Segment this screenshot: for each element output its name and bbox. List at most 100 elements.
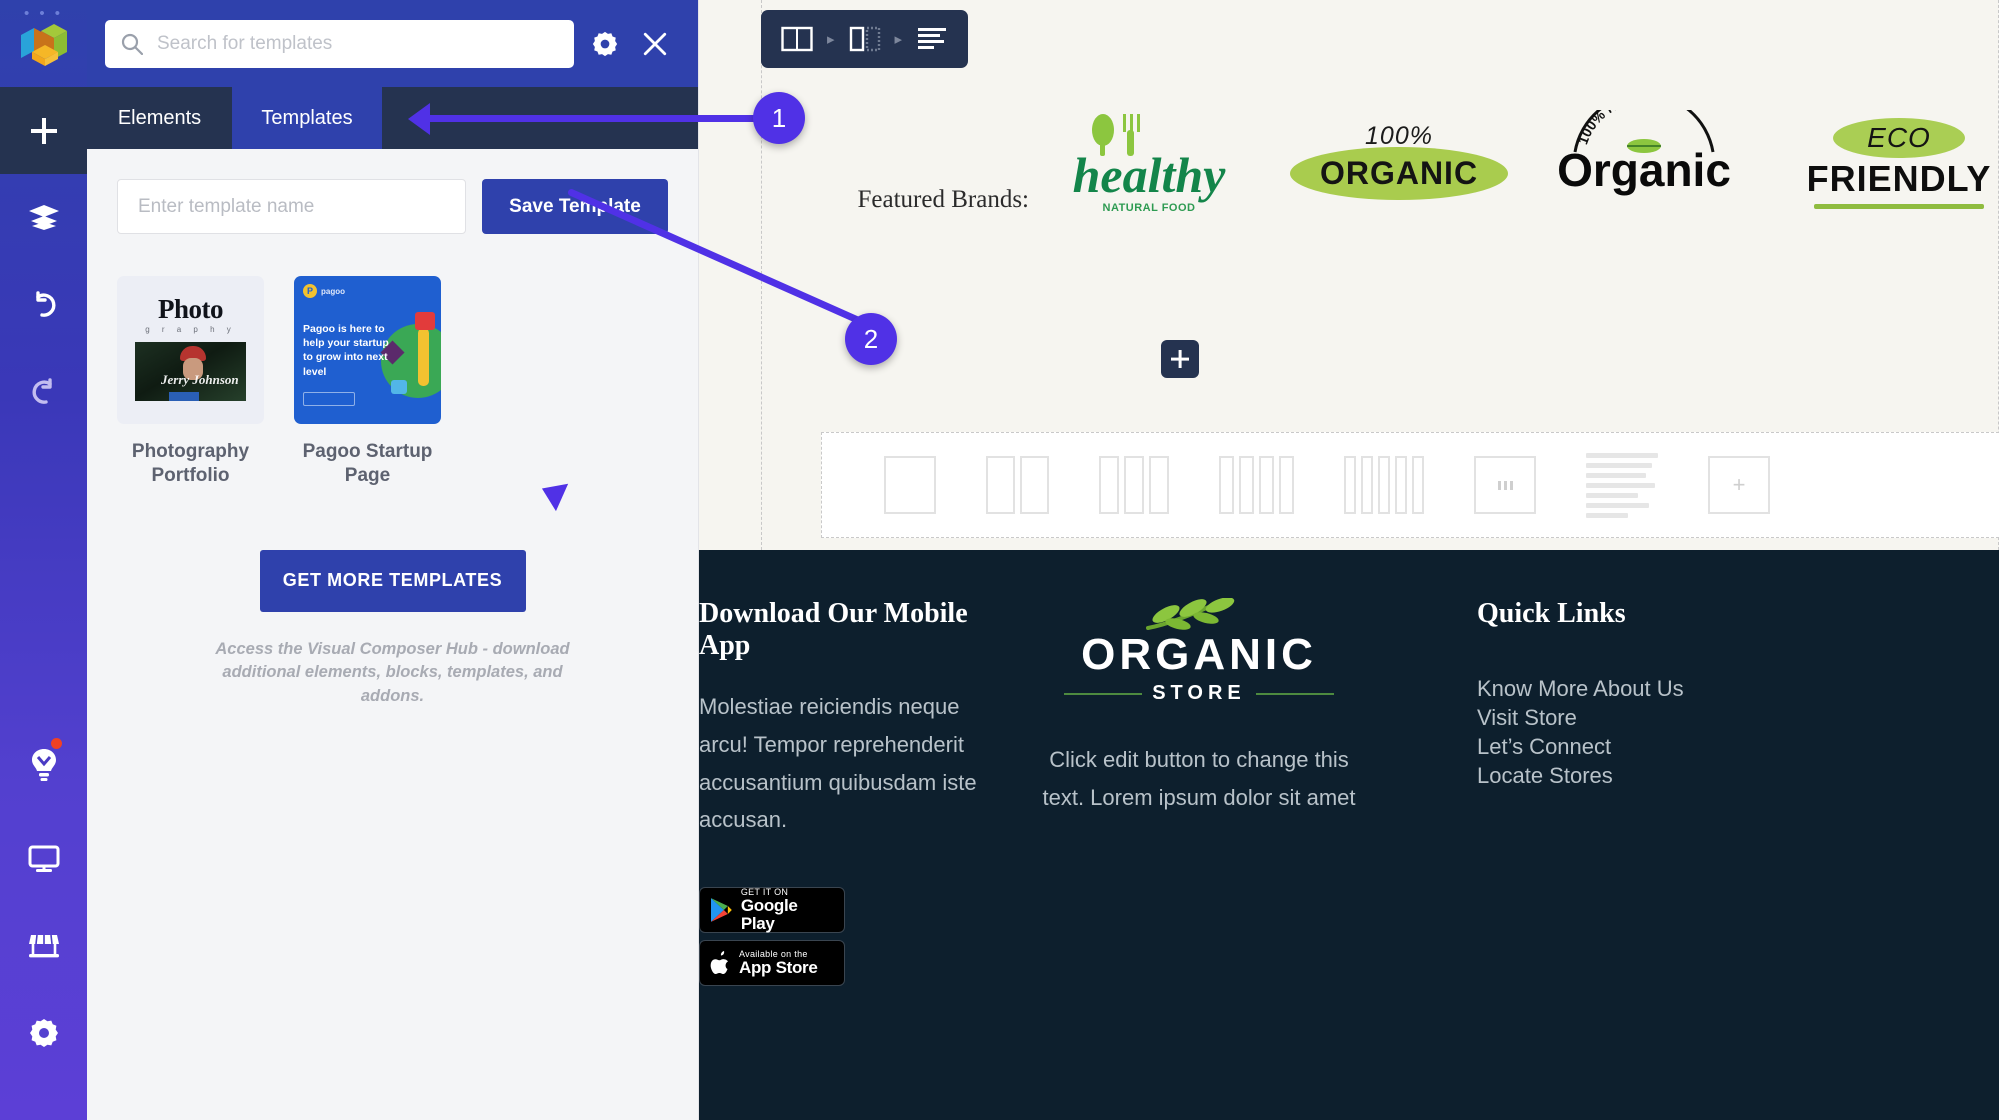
plus-icon <box>1171 350 1189 368</box>
rail-item-add-element[interactable] <box>0 87 87 174</box>
footer-paragraph: Molestiae reiciendis neque arcu! Tempor … <box>699 694 977 833</box>
google-play-icon <box>710 898 732 923</box>
tab-elements[interactable]: Elements <box>87 87 232 149</box>
breadcrumb-separator: ▸ <box>894 31 903 48</box>
brand-name-text: Organic <box>1557 144 1731 196</box>
logo-rule-left <box>1064 692 1143 695</box>
breadcrumb-row-button[interactable] <box>777 21 817 57</box>
breadcrumb-column-button[interactable] <box>845 21 885 57</box>
template-card-title: Pagoo Startup Page <box>302 441 433 486</box>
template-card-pagoo[interactable]: P pagoo Pagoo is here to help your start… <box>294 276 441 488</box>
layout-option-text[interactable] <box>1586 452 1658 518</box>
tab-templates[interactable]: Templates <box>232 87 382 149</box>
column-layout-icon <box>849 26 880 52</box>
search-box[interactable] <box>105 19 574 68</box>
notification-badge <box>51 738 62 749</box>
get-more-templates-button[interactable]: GET MORE TEMPLATES <box>259 549 526 612</box>
panel-close-button[interactable] <box>630 19 680 69</box>
search-icon <box>121 33 143 55</box>
layout-option-add[interactable]: + <box>1708 456 1770 514</box>
footer-heading: Quick Links <box>1477 598 1626 629</box>
rail-item-redo[interactable] <box>0 348 87 435</box>
footer-logo-text: ORGANIC <box>1081 630 1317 679</box>
yellow-shape <box>418 328 429 386</box>
template-card-photography[interactable]: Photo g r a p h y Jerry Johnson Photogra… <box>117 276 264 488</box>
brand-logo-natural-organic: 100% NATURAL Organic <box>1519 110 1769 196</box>
layout-option-3-col[interactable] <box>1099 456 1169 514</box>
layout-picker-row: + <box>821 432 1999 538</box>
hub-note-text: Access the Visual Composer Hub - downloa… <box>215 639 570 706</box>
footer-logo-sub-text: STORE <box>1152 682 1246 704</box>
brand-name-text: FRIENDLY <box>1806 158 1992 199</box>
brand-tagline-text: NATURAL FOOD <box>1102 201 1196 214</box>
panel-body: Save Template Photo g r a p h y Jerry Jo… <box>87 149 698 709</box>
thumb-logo-text: pagoo <box>321 286 345 296</box>
panel-header <box>87 0 698 87</box>
logo-rule-right <box>1255 692 1334 695</box>
rail-item-settings[interactable] <box>0 989 87 1076</box>
gear-icon <box>29 1018 58 1047</box>
site-footer: Download Our Mobile App Molestiae reicie… <box>699 550 1999 1120</box>
thumb-signature-text: Jerry Johnson <box>161 372 239 387</box>
template-thumbnail: Photo g r a p h y Jerry Johnson <box>117 276 264 424</box>
plus-icon <box>30 117 57 144</box>
thumb-title-text: Photo <box>158 294 224 324</box>
underline-accent <box>1814 204 1984 209</box>
rail-item-layers[interactable] <box>0 174 87 261</box>
accent-shape <box>169 392 199 401</box>
google-play-badge[interactable]: GET IT ON Google Play <box>699 887 845 934</box>
brand-logo-eco-friendly: ECO FRIENDLY <box>1784 118 1999 209</box>
app-logo[interactable]: • • • <box>0 0 87 87</box>
undo-icon <box>35 290 55 317</box>
visual-composer-cubes-logo <box>20 23 67 66</box>
footer-logo-sub-row: STORE <box>1031 682 1367 705</box>
rail-item-responsive-preview[interactable] <box>0 815 87 902</box>
layout-option-more[interactable] <box>1474 456 1536 514</box>
thumb-logo: P pagoo <box>303 284 345 298</box>
layout-option-5-col[interactable] <box>1344 456 1424 514</box>
layout-option-1-col[interactable] <box>884 456 936 514</box>
rail-item-hub[interactable] <box>0 902 87 989</box>
rail-item-undo[interactable] <box>0 261 87 348</box>
brand-logo-healthy: healthy NATURAL FOOD <box>1049 112 1249 214</box>
drag-dots: • • • <box>23 5 64 22</box>
featured-brands-label: Featured Brands: <box>857 186 1029 213</box>
footer-link[interactable]: Locate Stores <box>1477 761 1777 790</box>
template-name-input[interactable] <box>117 179 466 234</box>
search-input[interactable] <box>157 32 558 55</box>
footer-heading: Download Our Mobile App <box>699 598 968 661</box>
thumb-headline-text: Pagoo is here to help your startup to gr… <box>303 323 389 378</box>
callout-label: 1 <box>771 102 787 133</box>
thumb-cta-placeholder <box>303 392 355 406</box>
cyan-shape <box>391 380 407 394</box>
panel-settings-button[interactable] <box>580 19 630 69</box>
footer-links-column: Quick Links Know More About Us Visit Sto… <box>1477 598 1777 790</box>
app-store-badge[interactable]: Available on the App Store <box>699 940 845 987</box>
thumb-logo-mark: P <box>303 284 317 298</box>
monitor-icon <box>28 845 59 872</box>
left-icon-rail: • • • <box>0 0 87 1120</box>
footer-brand-paragraph: Click edit button to change this text. L… <box>1042 747 1356 810</box>
add-element-button[interactable] <box>1161 340 1199 378</box>
rail-item-insights[interactable] <box>0 715 87 815</box>
thumb-subtitle-text: g r a p h y <box>145 325 236 334</box>
element-breadcrumb-toolbar[interactable]: ▸ ▸ <box>761 10 969 68</box>
callout-1-line <box>412 115 764 122</box>
redo-icon <box>32 377 52 404</box>
brand-logo-100-organic: 100% ORGANIC <box>1279 122 1519 200</box>
callout-badge-1: 1 <box>753 92 805 144</box>
footer-link[interactable]: Know More About Us <box>1477 674 1777 703</box>
breadcrumb-text-button[interactable] <box>912 21 952 57</box>
callout-badge-2: 2 <box>845 313 897 365</box>
row-layout-icon <box>781 26 813 52</box>
footer-brand-column: ORGANIC STORE Click edit button to chang… <box>1031 598 1367 817</box>
page-canvas: ▸ ▸ Featured Brands: healthy NATURAL FOO… <box>699 0 1999 1120</box>
callout-1-arrowhead <box>408 103 430 135</box>
layout-option-2-col[interactable] <box>986 456 1049 514</box>
layout-option-4-col[interactable] <box>1219 456 1294 514</box>
brand-top-text: ECO <box>1867 122 1931 153</box>
footer-link[interactable]: Let’s Connect <box>1477 732 1777 761</box>
badge-big-text: App Store <box>739 958 818 978</box>
footer-link[interactable]: Visit Store <box>1477 703 1777 732</box>
templates-panel: Elements Templates Save Template Photo g… <box>87 0 699 1120</box>
